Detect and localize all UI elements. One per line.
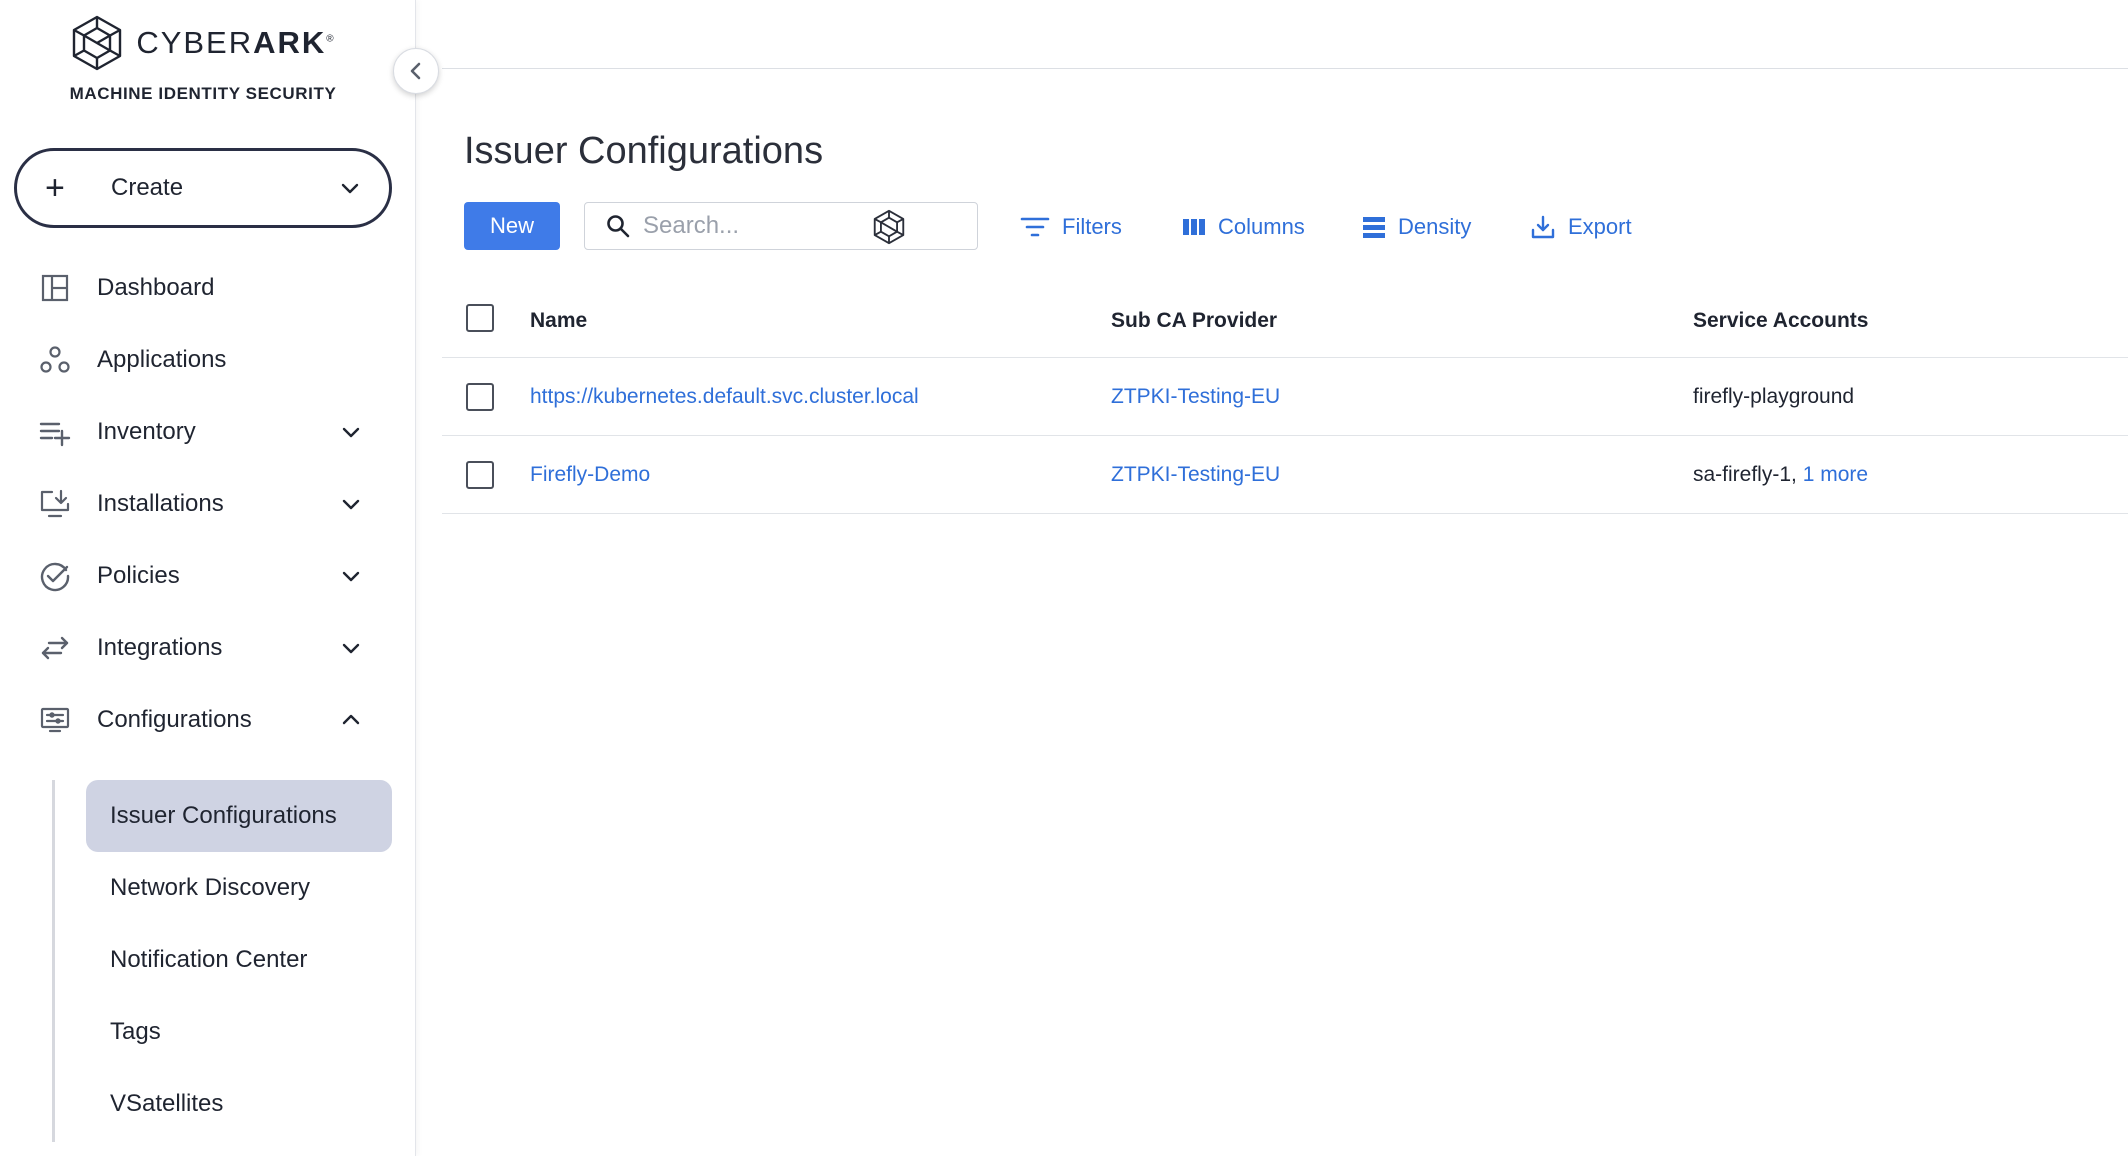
column-header-service-accounts[interactable]: Service Accounts bbox=[1693, 309, 1868, 333]
nav-label: Policies bbox=[97, 562, 180, 589]
nav-item-configurations[interactable]: Configurations bbox=[0, 684, 406, 756]
issuer-name-link[interactable]: https://kubernetes.default.svc.cluster.l… bbox=[530, 385, 919, 409]
page-title: Issuer Configurations bbox=[464, 130, 824, 172]
subnav-item-vsatellites[interactable]: VSatellites bbox=[86, 1068, 392, 1140]
plus-icon: + bbox=[45, 169, 65, 207]
chevron-down-icon bbox=[342, 427, 360, 438]
chevron-up-icon bbox=[342, 714, 360, 725]
nav-label: Integrations bbox=[97, 634, 223, 661]
nav-item-policies[interactable]: Policies bbox=[0, 540, 406, 612]
table-row[interactable]: https://kubernetes.default.svc.cluster.l… bbox=[442, 358, 2128, 436]
export-button[interactable]: Export bbox=[1530, 208, 1632, 246]
search-icon bbox=[607, 215, 630, 238]
chevron-down-icon bbox=[342, 499, 360, 510]
filter-icon bbox=[1020, 217, 1050, 237]
settings-monitor-icon bbox=[38, 703, 72, 737]
cyberark-logo-icon bbox=[73, 15, 122, 71]
view-column-icon bbox=[1183, 219, 1205, 235]
filters-label: Filters bbox=[1062, 214, 1122, 239]
more-service-accounts-link[interactable]: 1 more bbox=[1803, 463, 1868, 486]
subnav-item-notification-center[interactable]: Notification Center bbox=[86, 924, 392, 996]
service-accounts-value: firefly-playground bbox=[1693, 385, 1855, 408]
table-row[interactable]: Firefly-Demo ZTPKI-Testing-EU sa-firefly… bbox=[442, 436, 2128, 514]
playlist-add-icon bbox=[38, 415, 72, 449]
sub-ca-provider-link[interactable]: ZTPKI-Testing-EU bbox=[1111, 385, 1280, 409]
subnav-item-tags[interactable]: Tags bbox=[86, 996, 392, 1068]
header-divider bbox=[442, 68, 2128, 69]
export-label: Export bbox=[1568, 214, 1632, 239]
cyberark-logo-icon bbox=[873, 209, 905, 245]
sidebar: CYBERARK® MACHINE IDENTITY SECURITY + Cr… bbox=[0, 0, 416, 1156]
chevron-left-icon bbox=[410, 62, 421, 80]
swap-arrows-icon bbox=[38, 631, 72, 665]
nav-label: Applications bbox=[97, 346, 227, 373]
column-header-sub-ca-provider[interactable]: Sub CA Provider bbox=[1111, 309, 1277, 333]
columns-button[interactable]: Columns bbox=[1182, 208, 1305, 246]
dashboard-icon bbox=[38, 271, 72, 305]
applications-icon bbox=[38, 343, 72, 377]
install-desktop-icon bbox=[38, 487, 72, 521]
select-all-checkbox[interactable] bbox=[466, 304, 494, 332]
density-button[interactable]: Density bbox=[1362, 208, 1471, 246]
row-checkbox[interactable] bbox=[466, 461, 494, 489]
density-icon bbox=[1363, 217, 1385, 238]
service-accounts-value: sa-firefly-1, 1 more bbox=[1693, 463, 1868, 487]
search-input[interactable]: Search... bbox=[584, 202, 978, 250]
subnav-item-network-discovery[interactable]: Network Discovery bbox=[86, 852, 392, 924]
download-icon bbox=[1531, 215, 1555, 239]
filters-button[interactable]: Filters bbox=[1020, 208, 1122, 246]
nav-item-dashboard[interactable]: Dashboard bbox=[0, 252, 406, 324]
table-header: Name Sub CA Provider Service Accounts bbox=[442, 286, 2128, 358]
search-placeholder: Search... bbox=[643, 212, 740, 239]
nav-label: Dashboard bbox=[97, 274, 215, 301]
density-label: Density bbox=[1398, 214, 1472, 239]
configurations-subnav: Issuer Configurations Network Discovery … bbox=[0, 778, 406, 1142]
chevron-down-icon bbox=[342, 571, 360, 582]
brand-wordmark: CYBERARK® bbox=[136, 25, 336, 60]
sub-ca-provider-link[interactable]: ZTPKI-Testing-EU bbox=[1111, 463, 1280, 487]
chevron-down-icon bbox=[341, 183, 359, 194]
nav-label: Inventory bbox=[97, 418, 196, 445]
nav-label: Configurations bbox=[97, 706, 252, 733]
subnav-item-issuer-configurations[interactable]: Issuer Configurations bbox=[86, 780, 392, 852]
create-label: Create bbox=[111, 174, 184, 201]
new-button[interactable]: New bbox=[464, 202, 560, 250]
subnav-divider bbox=[52, 780, 55, 1142]
row-checkbox[interactable] bbox=[466, 383, 494, 411]
nav-label: Installations bbox=[97, 490, 224, 517]
service-account-name: sa-firefly-1, bbox=[1693, 463, 1797, 486]
nav-item-integrations[interactable]: Integrations bbox=[0, 612, 406, 684]
main-nav: Dashboard Applications Inventory Install… bbox=[0, 252, 406, 756]
columns-label: Columns bbox=[1218, 214, 1305, 239]
nav-item-installations[interactable]: Installations bbox=[0, 468, 406, 540]
brand-subtitle: MACHINE IDENTITY SECURITY bbox=[69, 84, 337, 103]
issuer-name-link[interactable]: Firefly-Demo bbox=[530, 463, 650, 487]
chevron-down-icon bbox=[342, 643, 360, 654]
brand-logo[interactable]: CYBERARK® MACHINE IDENTITY SECURITY bbox=[0, 14, 406, 104]
collapse-sidebar-button[interactable] bbox=[393, 48, 439, 94]
nav-item-inventory[interactable]: Inventory bbox=[0, 396, 406, 468]
check-circle-icon bbox=[38, 559, 72, 593]
column-header-name[interactable]: Name bbox=[530, 309, 587, 333]
nav-item-applications[interactable]: Applications bbox=[0, 324, 406, 396]
create-button[interactable]: + Create bbox=[14, 148, 392, 228]
